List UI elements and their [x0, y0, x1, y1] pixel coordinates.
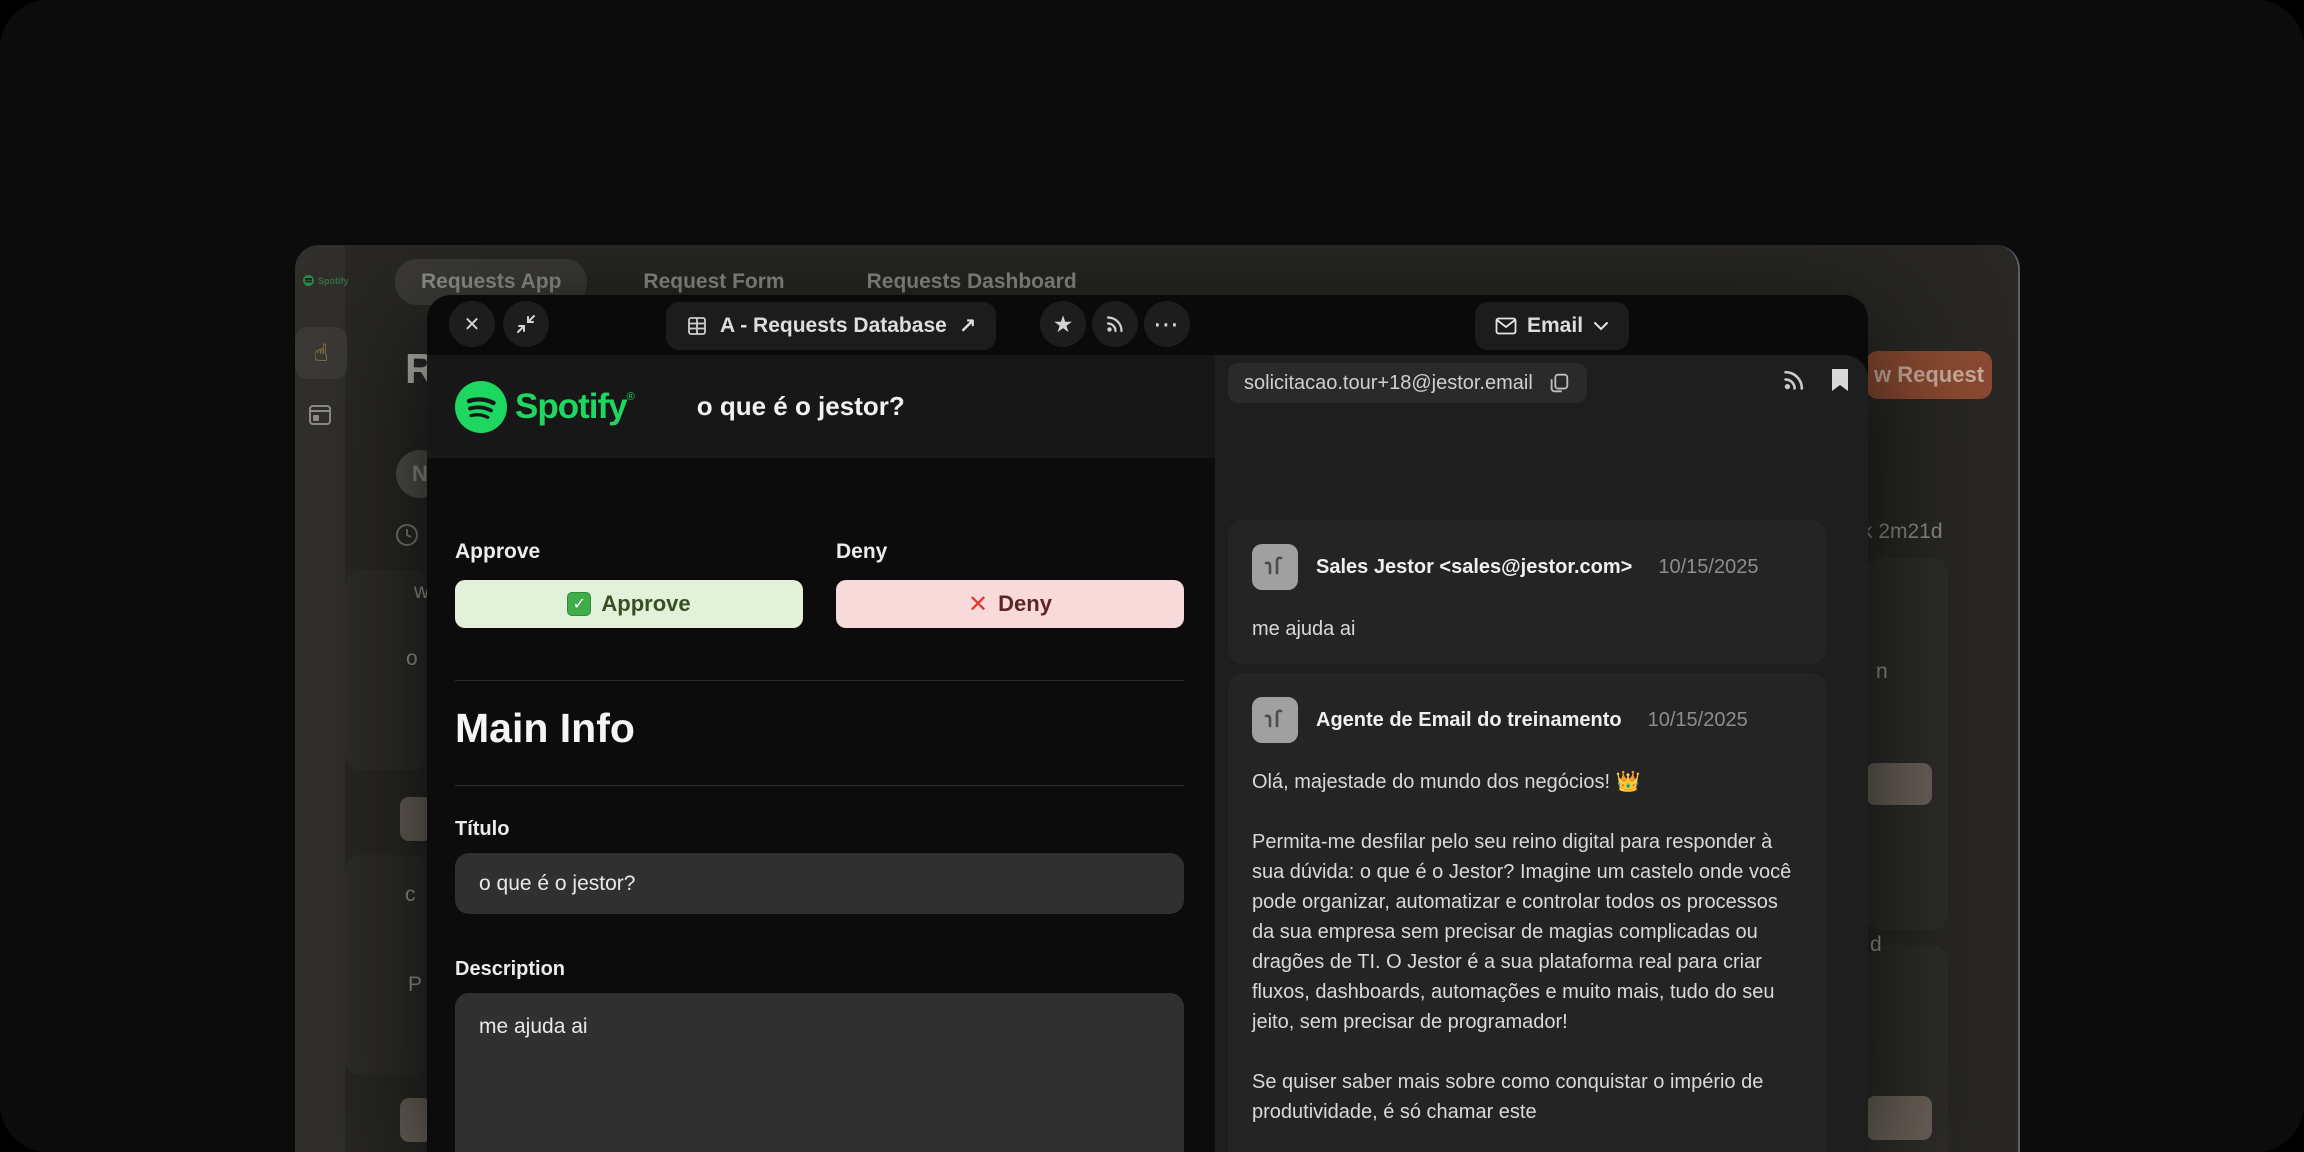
more-button[interactable]: ⋯ [1144, 301, 1190, 347]
message-date: 10/15/2025 [1658, 556, 1758, 579]
email-message[interactable]: Sales Jestor <sales@jestor.com> 10/15/20… [1228, 520, 1826, 664]
envelope-icon [1495, 317, 1517, 335]
spotify-wordmark: Spotify [515, 387, 627, 426]
star-icon: ★ [1053, 311, 1074, 338]
message-header: Sales Jestor <sales@jestor.com> 10/15/20… [1252, 544, 1802, 590]
spotify-mini-icon [303, 275, 314, 286]
titulo-label: Título [455, 818, 509, 841]
record-form-panel: Spotify® o que é o jestor? Approve Deny … [427, 355, 1215, 1152]
spotify-logo-icon [455, 381, 507, 433]
spotify-mini-logo: Spotify [303, 275, 349, 286]
dashboard-icon[interactable] [307, 402, 333, 428]
broadcast-button[interactable] [1782, 368, 1806, 392]
background-pill-button [1866, 763, 1932, 805]
close-icon: ✕ [464, 312, 481, 337]
deny-field-label: Deny [836, 540, 887, 564]
divider [455, 680, 1184, 681]
titulo-value: o que é o jestor? [479, 872, 635, 896]
broadcast-button[interactable] [1092, 301, 1138, 347]
partial-letter: c [405, 883, 416, 907]
message-header: Agente de Email do treinamento 10/15/202… [1252, 697, 1802, 743]
screen: Spotify ☝ Requests App Request Form Requ… [0, 0, 2304, 1152]
divider [455, 785, 1184, 786]
approve-button-label: Approve [601, 591, 690, 617]
copy-icon [1547, 371, 1571, 395]
deny-button[interactable]: ✕ Deny [836, 580, 1184, 628]
rss-icon [1782, 368, 1806, 392]
database-link-label: A - Requests Database [720, 314, 947, 338]
sidebar-item-requests[interactable]: ☝ [295, 327, 347, 379]
partial-letter: d [1870, 933, 1882, 957]
message-body: me ajuda ai [1252, 614, 1802, 644]
sender-name: Agente de Email do treinamento [1316, 709, 1622, 732]
record-modal: ✕ A - Requests Database ↗ ★ [427, 295, 1868, 1152]
message-body: Olá, majestade do mundo dos negócios! 👑 … [1252, 767, 1802, 1127]
view-selector[interactable]: Email [1475, 302, 1629, 350]
rss-icon [1105, 314, 1125, 334]
ellipsis-icon: ⋯ [1153, 309, 1181, 340]
record-title: o que é o jestor? [697, 391, 905, 422]
timer-text: k 2m21d [1862, 520, 1943, 544]
spotify-mini-label: Spotify [318, 276, 349, 286]
description-label: Description [455, 958, 565, 981]
email-address-pill[interactable]: solicitacao.tour+18@jestor.email [1228, 363, 1587, 403]
deny-x-icon: ✕ [968, 590, 988, 619]
chevron-down-icon [1593, 321, 1609, 331]
partial-letter: o [406, 647, 418, 671]
message-date: 10/15/2025 [1648, 709, 1748, 732]
background-card [1866, 558, 1948, 930]
approve-check-icon: ✓ [567, 592, 591, 616]
finger-emoji-icon: ☝ [314, 339, 329, 368]
registered-mark: ® [627, 391, 635, 403]
section-title: Main Info [455, 705, 635, 752]
jestor-avatar-icon [1252, 697, 1298, 743]
favorite-button[interactable]: ★ [1040, 301, 1086, 347]
clock-icon [394, 522, 420, 548]
bookmark-button[interactable] [1830, 367, 1850, 393]
email-panel: solicitacao.tour+18@jestor.email Sales J… [1215, 355, 1868, 1152]
view-selector-label: Email [1527, 314, 1583, 338]
collapse-icon [516, 314, 536, 334]
background-sidebar: Spotify ☝ [295, 245, 345, 1152]
approve-button[interactable]: ✓ Approve [455, 580, 803, 628]
background-pill-button [1866, 1096, 1932, 1140]
approve-field-label: Approve [455, 540, 540, 564]
email-panel-actions [1782, 367, 1850, 393]
email-message[interactable]: Agente de Email do treinamento 10/15/202… [1228, 673, 1826, 1152]
description-value: me ajuda ai [479, 1015, 588, 1039]
partial-letter: P [408, 973, 422, 997]
partial-letter: n [1876, 660, 1888, 684]
database-link-pill[interactable]: A - Requests Database ↗ [666, 302, 996, 350]
deny-button-label: Deny [998, 591, 1052, 617]
email-address: solicitacao.tour+18@jestor.email [1244, 372, 1533, 395]
jestor-avatar-icon [1252, 544, 1298, 590]
collapse-button[interactable] [503, 301, 549, 347]
bookmark-icon [1830, 367, 1850, 393]
background-card [345, 855, 429, 1075]
new-request-button[interactable]: w Request [1866, 351, 1992, 399]
close-button[interactable]: ✕ [449, 301, 495, 347]
sender-name: Sales Jestor <sales@jestor.com> [1316, 556, 1632, 579]
modal-header: ✕ A - Requests Database ↗ ★ [427, 295, 1868, 355]
open-arrow-icon: ↗ [959, 314, 977, 339]
brand-row: Spotify® o que é o jestor? [427, 355, 1215, 458]
description-textarea[interactable]: me ajuda ai Aa B I S 123 H [455, 993, 1184, 1152]
table-icon [686, 315, 708, 337]
titulo-input[interactable]: o que é o jestor? [455, 853, 1184, 914]
